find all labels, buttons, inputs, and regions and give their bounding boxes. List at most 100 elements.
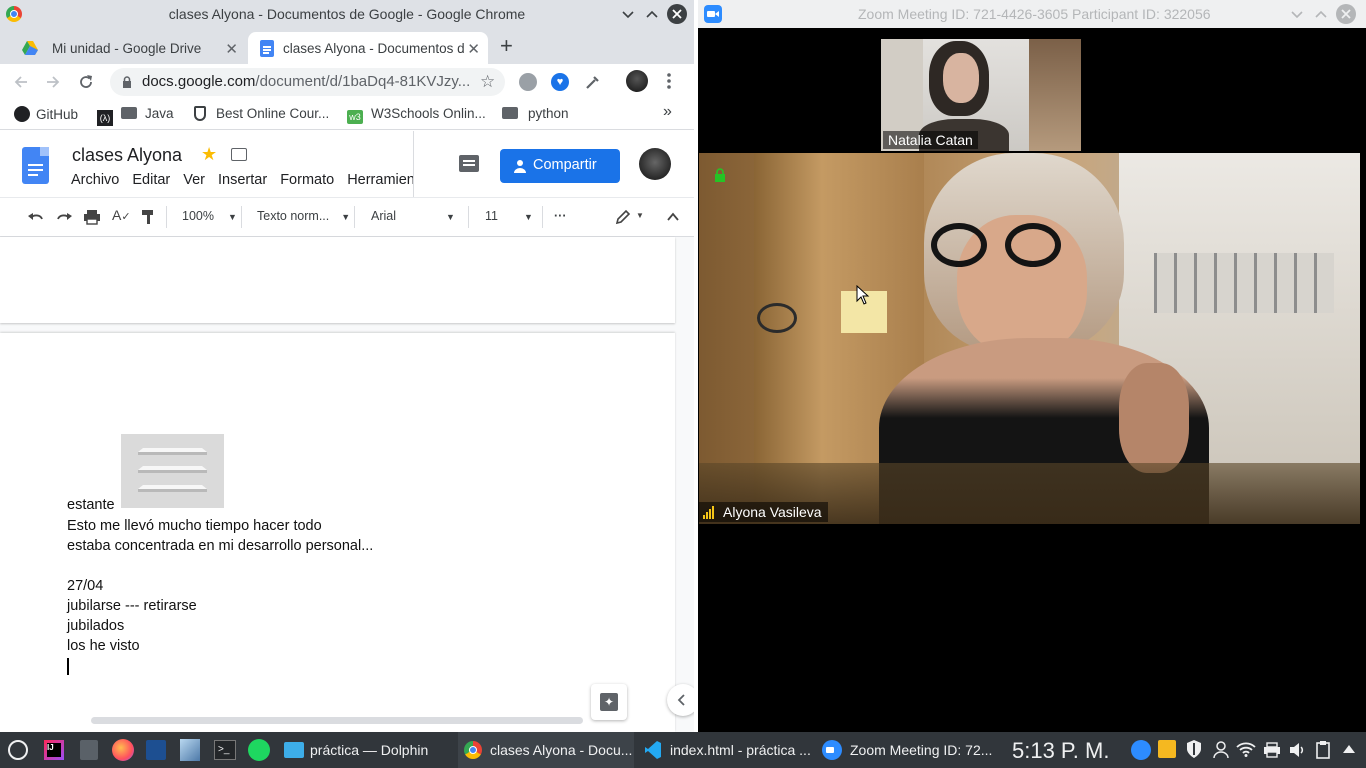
tab-clases-alyona[interactable]: clases Alyona - Documentos d ✕ — [248, 32, 488, 64]
shelf-image[interactable] — [121, 434, 224, 508]
taskbar-item-zoom[interactable]: Zoom Meeting ID: 72... — [818, 732, 996, 768]
bookmarks-overflow-icon[interactable]: » — [663, 103, 672, 121]
collapse-menus-icon[interactable] — [666, 210, 680, 224]
maximize-icon[interactable] — [645, 7, 659, 21]
eyedropper-icon[interactable] — [584, 73, 602, 91]
star-icon[interactable]: ★ — [201, 144, 217, 165]
chrome-logo-icon — [464, 741, 482, 759]
bookmark-best-online-courses[interactable]: Best Online Cour... — [194, 106, 329, 121]
docs-logo-icon[interactable] — [22, 147, 49, 184]
app-launcher-icon[interactable] — [8, 740, 28, 760]
doc-line: Esto me llevó mucho tiempo hacer todo — [67, 518, 322, 534]
lock-icon — [714, 168, 726, 182]
volume-icon[interactable] — [1289, 741, 1307, 759]
comments-icon[interactable] — [459, 155, 479, 172]
close-tab-icon[interactable]: ✕ — [467, 40, 480, 58]
style-select[interactable]: Texto norm... ▼ — [257, 209, 350, 223]
forward-icon[interactable] — [44, 73, 62, 91]
tray-expand-icon[interactable] — [1342, 743, 1356, 755]
back-icon[interactable] — [12, 73, 30, 91]
print-icon[interactable] — [83, 209, 101, 225]
chrome-window: clases Alyona - Documentos de Google - G… — [0, 0, 694, 732]
clock[interactable]: 5:13 P. M. — [1012, 738, 1109, 764]
chevron-down-icon: ▼ — [341, 212, 351, 222]
docs-icon — [260, 40, 274, 57]
firefox-icon[interactable] — [112, 739, 134, 761]
minimize-icon[interactable] — [1290, 7, 1304, 21]
printer-icon[interactable] — [1263, 742, 1281, 758]
url-path: /document/d/1baDq4-81KVJzy... — [255, 73, 471, 90]
zoom-select[interactable]: 100% ▼ — [182, 209, 237, 223]
bookmark-github[interactable]: GitHub — [14, 106, 78, 122]
wifi-icon[interactable] — [1236, 741, 1256, 757]
extension-icon[interactable] — [519, 73, 537, 91]
menu-formato[interactable]: Formato — [280, 172, 334, 188]
taskbar-item-dolphin[interactable]: práctica — Dolphin — [280, 732, 452, 768]
participant-thumbnail-video[interactable]: Natalia Catan — [881, 39, 1081, 151]
active-speaker-video[interactable]: Alyona Vasileva — [699, 153, 1360, 524]
close-tab-icon[interactable]: ✕ — [225, 40, 238, 58]
taskbar: IJ >_ práctica — Dolphin clases Alyona -… — [0, 732, 1366, 768]
account-avatar[interactable] — [639, 148, 671, 180]
notes-tray-icon[interactable] — [1158, 740, 1176, 758]
share-button[interactable]: Compartir — [500, 149, 620, 183]
menu-ver[interactable]: Ver — [183, 172, 205, 188]
zoom-tray-icon[interactable] — [1131, 740, 1151, 760]
virtualbox-icon[interactable] — [180, 739, 200, 761]
explore-button[interactable]: ✦ — [591, 684, 627, 720]
bookmark-java[interactable]: (λ) Java — [97, 106, 174, 126]
chrome-title-bar[interactable]: clases Alyona - Documentos de Google - G… — [0, 0, 694, 28]
new-tab-icon[interactable]: + — [500, 35, 513, 57]
menu-insertar[interactable]: Insertar — [218, 172, 267, 188]
participant-name-label: Natalia Catan — [883, 131, 978, 149]
folder-icon — [284, 742, 304, 758]
docs-header: clases Alyona ★ Archivo Editar Ver Insertar… — [0, 131, 694, 197]
horizontal-scrollbar[interactable] — [91, 717, 583, 724]
folder-icon — [502, 107, 518, 119]
extension-heart-icon[interactable]: ♥ — [551, 73, 569, 91]
zoom-title-bar[interactable]: Zoom Meeting ID: 721-4426-3605 Participa… — [698, 0, 1366, 28]
clipboard-icon[interactable] — [1316, 740, 1330, 759]
users-icon[interactable] — [1213, 741, 1229, 759]
url-domain: docs.google.com — [142, 73, 256, 90]
document-title[interactable]: clases Alyona — [72, 145, 182, 166]
mouse-cursor-icon — [856, 285, 870, 305]
bookmark-w3schools[interactable]: w3 W3Schools Onlin... — [347, 106, 486, 124]
chrome-menu-icon[interactable] — [666, 72, 672, 90]
speaker-name-label: Alyona Vasileva — [699, 502, 828, 522]
undo-icon[interactable] — [27, 209, 45, 225]
reload-icon[interactable] — [77, 73, 95, 91]
maximize-icon[interactable] — [1314, 7, 1328, 21]
tab-google-drive[interactable]: Mi unidad - Google Drive ✕ — [8, 32, 246, 64]
explore-icon: ✦ — [600, 693, 618, 711]
bookmark-python[interactable]: python — [502, 106, 569, 121]
network-app-icon[interactable] — [146, 740, 166, 760]
bookmark-star-icon[interactable]: ☆ — [480, 72, 495, 92]
font-select[interactable]: Arial ▼ — [371, 209, 455, 223]
menu-archivo[interactable]: Archivo — [71, 172, 119, 188]
calculator-icon[interactable] — [80, 740, 98, 760]
more-options-icon[interactable]: ··· — [554, 209, 567, 223]
taskbar-item-chrome[interactable]: clases Alyona - Docu... — [458, 732, 634, 768]
close-window-button[interactable] — [1336, 4, 1356, 24]
intellij-icon[interactable]: IJ — [44, 740, 64, 760]
side-panel-toggle[interactable] — [667, 684, 694, 716]
spellcheck-icon[interactable]: A✓ — [112, 207, 131, 223]
menu-editar[interactable]: Editar — [132, 172, 170, 188]
bookmarks-bar: GitHub (λ) Java Best Online Cour... w3 W3S… — [0, 100, 694, 130]
editing-mode-pencil-icon[interactable] — [615, 209, 631, 225]
menu-herramientas[interactable]: Herramien — [347, 172, 414, 188]
move-folder-icon[interactable] — [231, 148, 247, 161]
chevron-down-icon[interactable]: ▼ — [636, 211, 644, 220]
close-window-button[interactable] — [667, 4, 687, 24]
security-shield-icon[interactable] — [1186, 739, 1202, 759]
taskbar-item-vscode[interactable]: index.html - práctica ... — [640, 732, 812, 768]
paint-format-icon[interactable] — [141, 209, 155, 225]
font-size-select[interactable]: 11 ▼ — [485, 209, 533, 223]
terminal-icon[interactable]: >_ — [214, 740, 236, 760]
address-bar[interactable]: docs.google.com/document/d/1baDq4-81KVJz… — [110, 68, 505, 96]
minimize-icon[interactable] — [621, 7, 635, 21]
spotify-icon[interactable] — [248, 739, 270, 761]
profile-avatar[interactable] — [626, 70, 648, 92]
redo-icon[interactable] — [55, 209, 73, 225]
